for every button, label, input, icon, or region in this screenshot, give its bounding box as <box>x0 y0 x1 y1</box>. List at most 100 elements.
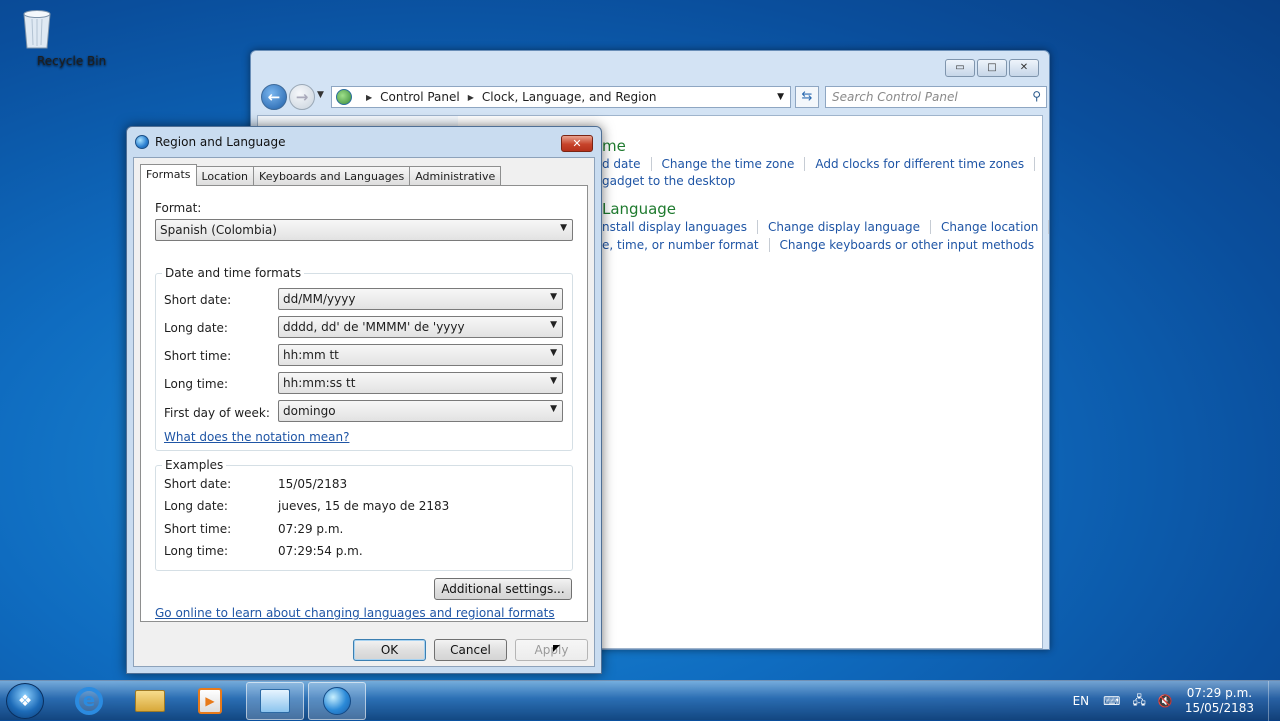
chevron-down-icon: ▼ <box>550 348 557 358</box>
address-bar[interactable]: ▶ Control Panel ▶ Clock, Language, and R… <box>331 86 791 108</box>
control-panel-icon <box>260 689 290 713</box>
short-time-label: Short time: <box>164 349 232 363</box>
formats-panel: Format: Spanish (Colombia) ▼ Date and ti… <box>140 185 588 622</box>
search-icon[interactable]: ⚲ <box>1032 89 1041 103</box>
section-links-region-row2: e, time, or number format Change keyboar… <box>602 238 1054 252</box>
short-date-label: Short date: <box>164 293 232 307</box>
forward-button[interactable]: → <box>289 84 315 110</box>
additional-settings-button[interactable]: Additional settings... <box>434 578 572 600</box>
windows-logo-icon: ❖ <box>17 691 33 710</box>
example-long-date-value: jueves, 15 de mayo de 2183 <box>278 499 450 513</box>
chevron-down-icon: ▼ <box>550 376 557 386</box>
volume-muted-icon[interactable]: 🔇 <box>1158 694 1173 708</box>
link-change-keyboards[interactable]: Change keyboards or other input methods <box>780 238 1045 252</box>
media-player-icon: ▶ <box>198 688 222 714</box>
chevron-down-icon: ▼ <box>550 292 557 302</box>
link-gadget-desktop[interactable]: gadget to the desktop <box>602 174 745 188</box>
mouse-cursor-icon <box>553 645 560 652</box>
example-short-time-label: Short time: <box>164 522 232 536</box>
taskbar: ❖ e ▶ EN ⌨ 🖧 🔇 07:29 p.m. 15/05/2183 <box>0 680 1280 721</box>
link-change-location[interactable]: Change location <box>941 220 1050 234</box>
folder-icon <box>135 690 165 712</box>
example-long-time-label: Long time: <box>164 544 229 558</box>
long-time-select[interactable]: hh:mm:ss tt ▼ <box>278 372 563 394</box>
link-change-time-zone[interactable]: Change the time zone <box>662 157 806 171</box>
format-select[interactable]: Spanish (Colombia) ▼ <box>155 219 573 241</box>
clock[interactable]: 07:29 p.m. 15/05/2183 <box>1185 686 1254 716</box>
short-time-select[interactable]: hh:mm tt ▼ <box>278 344 563 366</box>
control-panel-icon <box>336 89 352 105</box>
taskbar-region-language[interactable] <box>308 682 366 720</box>
breadcrumb-clock-language-region[interactable]: Clock, Language, and Region <box>482 90 657 104</box>
maximize-button[interactable]: □ <box>977 59 1007 77</box>
close-button[interactable]: ✕ <box>1009 59 1039 77</box>
long-date-label: Long date: <box>164 321 228 335</box>
address-dropdown-icon[interactable]: ▼ <box>777 92 784 102</box>
globe-icon <box>323 687 351 715</box>
chevron-down-icon: ▼ <box>550 320 557 330</box>
short-time-value: hh:mm tt <box>283 348 339 362</box>
breadcrumb-control-panel[interactable]: Control Panel <box>380 90 460 104</box>
first-day-value: domingo <box>283 404 336 418</box>
ok-button[interactable]: OK <box>353 639 426 661</box>
example-long-time-value: 07:29:54 p.m. <box>278 544 363 558</box>
section-heading-region-language[interactable]: Language <box>602 200 676 218</box>
link-install-display-languages[interactable]: nstall display languages <box>602 220 758 234</box>
dialog-title-bar: Region and Language <box>135 135 286 149</box>
taskbar-windows-explorer[interactable] <box>121 682 179 720</box>
link-change-format[interactable]: e, time, or number format <box>602 238 770 252</box>
navigation-bar: ← → ▼ ▶ Control Panel ▶ Clock, Language,… <box>259 83 1047 111</box>
recycle-bin-label: Recycle Bin <box>37 54 107 68</box>
search-input[interactable]: Search Control Panel ⚲ <box>825 86 1047 108</box>
tab-administrative[interactable]: Administrative <box>409 166 502 186</box>
dialog-body: Formats Location Keyboards and Languages… <box>133 157 595 667</box>
example-short-date-label: Short date: <box>164 477 232 491</box>
link-change-display-language[interactable]: Change display language <box>768 220 932 234</box>
link-date[interactable]: d date <box>602 157 652 171</box>
system-tray: EN ⌨ 🖧 🔇 07:29 p.m. 15/05/2183 <box>1073 681 1280 721</box>
minimize-button[interactable]: ▭ <box>945 59 975 77</box>
tab-keyboards-languages[interactable]: Keyboards and Languages <box>253 166 411 186</box>
input-language-indicator[interactable]: EN <box>1073 694 1090 708</box>
short-date-value: dd/MM/yyyy <box>283 292 356 306</box>
refresh-button[interactable]: ⇆ <box>795 86 819 108</box>
network-icon[interactable]: 🖧 <box>1132 691 1145 712</box>
long-date-select[interactable]: dddd, dd' de 'MMMM' de 'yyyy ▼ <box>278 316 563 338</box>
section-links-region-row1: nstall display languages Change display … <box>602 220 1059 234</box>
globe-icon <box>135 135 149 149</box>
tab-strip: Formats Location Keyboards and Languages… <box>140 164 502 186</box>
chevron-down-icon: ▼ <box>560 223 567 233</box>
taskbar-media-player[interactable]: ▶ <box>181 682 239 720</box>
breadcrumb-arrow-icon: ▶ <box>366 92 373 102</box>
apply-button[interactable]: Apply <box>515 639 588 661</box>
tab-location[interactable]: Location <box>195 166 255 186</box>
keyboard-icon[interactable]: ⌨ <box>1103 694 1120 708</box>
recycle-bin[interactable]: Recycle Bin <box>4 6 106 68</box>
show-desktop-button[interactable] <box>1268 681 1280 721</box>
examples-title: Examples <box>162 458 227 472</box>
clock-date: 15/05/2183 <box>1184 701 1254 715</box>
notation-link[interactable]: What does the notation mean? <box>164 430 349 444</box>
recycle-bin-icon <box>20 6 54 50</box>
example-short-time-value: 07:29 p.m. <box>278 522 344 536</box>
section-links-date-time-row2: gadget to the desktop <box>602 174 755 188</box>
taskbar-control-panel[interactable] <box>246 682 304 720</box>
online-help-link[interactable]: Go online to learn about changing langua… <box>155 606 555 620</box>
format-value: Spanish (Colombia) <box>160 223 277 237</box>
tab-formats[interactable]: Formats <box>140 164 197 186</box>
section-links-date-time-row1: d date Change the time zone Add clocks f… <box>602 157 1045 171</box>
section-heading-date-time[interactable]: me <box>602 137 626 155</box>
dialog-close-button[interactable]: ✕ <box>561 135 593 152</box>
link-add-clocks[interactable]: Add clocks for different time zones <box>815 157 1036 171</box>
chevron-down-icon: ▼ <box>550 404 557 414</box>
back-button[interactable]: ← <box>261 84 287 110</box>
history-dropdown-icon[interactable]: ▼ <box>317 90 324 100</box>
example-long-date-label: Long date: <box>164 499 228 513</box>
first-day-select[interactable]: domingo ▼ <box>278 400 563 422</box>
start-button[interactable]: ❖ <box>6 683 44 719</box>
example-short-date-value: 15/05/2183 <box>278 477 348 491</box>
cancel-button[interactable]: Cancel <box>434 639 507 661</box>
short-date-select[interactable]: dd/MM/yyyy ▼ <box>278 288 563 310</box>
region-language-dialog[interactable]: Region and Language ✕ Formats Location K… <box>126 126 602 674</box>
taskbar-internet-explorer[interactable]: e <box>60 682 118 720</box>
